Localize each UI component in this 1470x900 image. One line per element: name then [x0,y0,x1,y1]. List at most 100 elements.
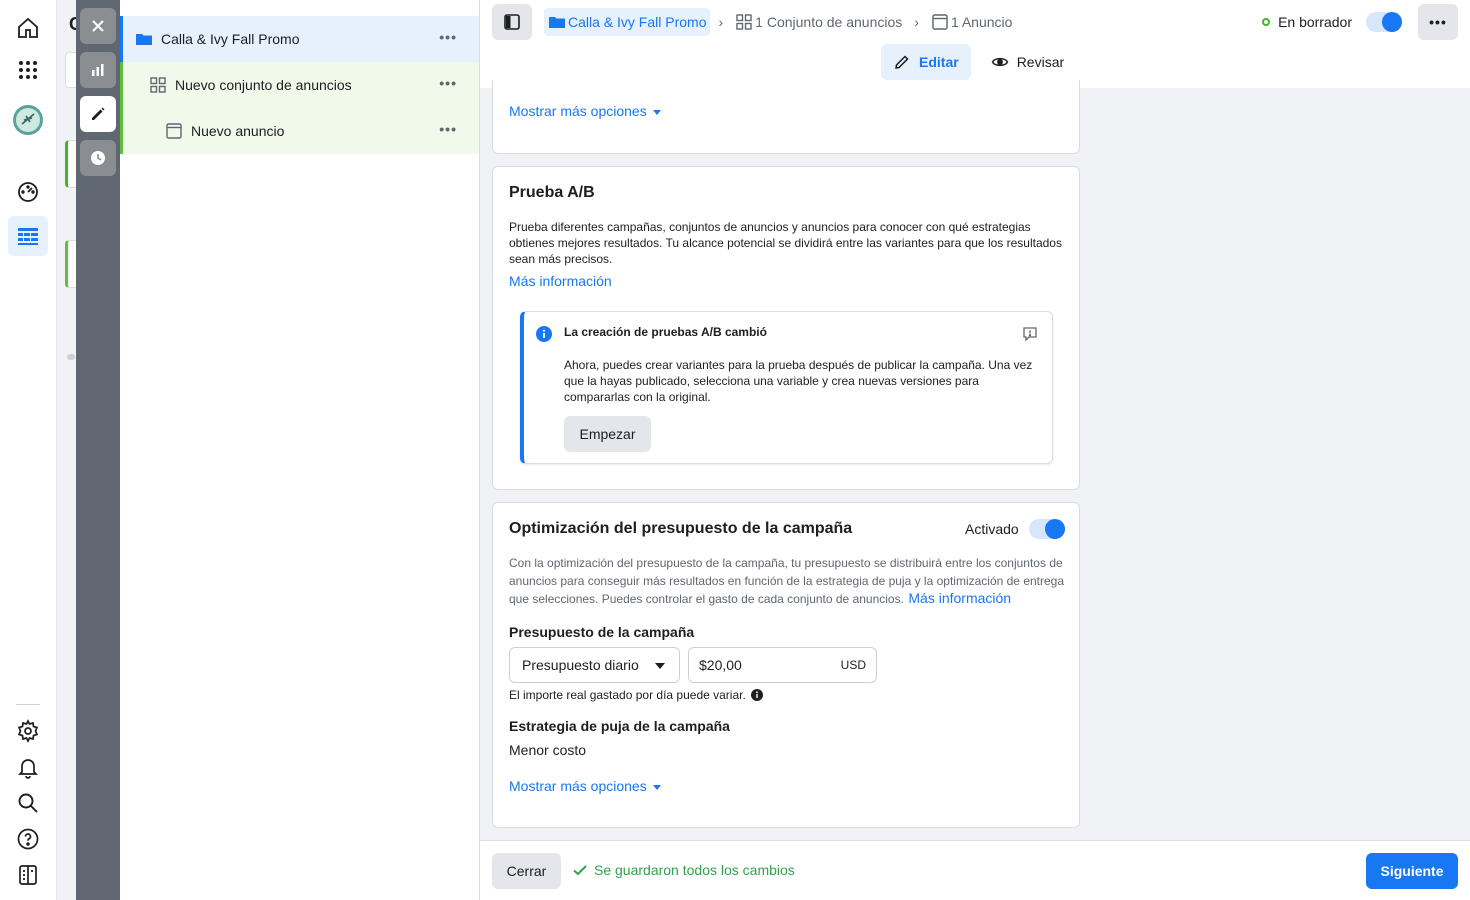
folder-icon [135,30,153,48]
budget-note: El importe real gastado por día puede va… [509,688,763,702]
caret-down-icon [652,784,661,790]
nav-divider [16,704,40,705]
scrollbar-peek [67,354,75,360]
section-title: Optimización del presupuesto de la campa… [509,520,853,537]
tab-edit[interactable]: Editar [881,44,971,80]
show-more-options-link[interactable]: Mostrar más opciones [509,778,661,794]
main-editor: Calla & Ivy Fall Promo › 1 Conjunto de a… [480,0,1470,900]
search-icon[interactable] [8,783,48,823]
tree-item-label: Nuevo conjunto de anuncios [175,77,352,93]
save-status: Se guardaron todos los cambios [572,862,795,878]
learn-more-link[interactable]: Más información [908,590,1011,606]
campaign-tree: Calla & Ivy Fall Promo ••• Nuevo conjunt… [120,0,480,900]
notice-title: La creación de pruebas A/B cambió [564,325,767,339]
report-panel-icon[interactable] [8,855,48,895]
background-panel-peek: C [57,0,85,900]
tree-item-adset[interactable]: Nuevo conjunto de anuncios ••• [120,62,479,108]
budget-label: Presupuesto de la campaña [509,624,695,640]
tool-column [76,0,120,900]
budget-optimization-toggle[interactable] [1029,519,1065,539]
budget-amount-input[interactable]: $20,00 USD [688,647,877,683]
more-options-icon[interactable]: ••• [439,121,457,137]
more-options-icon[interactable]: ••• [439,29,457,45]
apps-grid-icon[interactable] [8,50,48,90]
budget-optimization-card: Optimización del presupuesto de la campa… [492,502,1080,828]
status-label: En borrador [1278,14,1352,30]
tree-item-ad[interactable]: Nuevo anuncio ••• [120,108,479,154]
section-description: Prueba diferentes campañas, conjuntos de… [509,220,1062,266]
next-button[interactable]: Siguiente [1366,853,1458,889]
edit-pencil-icon[interactable] [80,96,116,132]
eye-icon [991,57,1009,67]
history-clock-icon[interactable] [80,140,116,176]
show-more-options-link[interactable]: Mostrar más opciones [509,103,661,119]
folder-icon [549,17,565,28]
breadcrumb-campaign[interactable]: Calla & Ivy Fall Promo [544,8,711,36]
footer-bar: Cerrar Se guardaron todos los cambios Si… [480,840,1470,900]
top-bar: Calla & Ivy Fall Promo › 1 Conjunto de a… [480,0,1470,88]
currency-label: USD [840,658,866,672]
bar-chart-icon[interactable] [80,52,116,88]
bid-strategy-value: Menor costo [509,742,587,758]
breadcrumb-adsets[interactable]: 1 Conjunto de anuncios [731,8,906,36]
notifications-bell-icon[interactable] [8,747,48,787]
tree-item-label: Calla & Ivy Fall Promo [161,31,300,47]
mode-tabs: Editar Revisar [881,44,1076,80]
breadcrumb-label: 1 Conjunto de anuncios [755,14,903,30]
app-nav [0,0,57,900]
close-icon[interactable] [80,8,116,44]
save-status-text: Se guardaron todos los cambios [594,862,795,878]
help-question-icon[interactable] [8,819,48,859]
triangle-down-icon [655,663,665,669]
settings-gear-icon[interactable] [8,711,48,751]
bid-strategy-label: Estrategia de puja de la campaña [509,718,730,734]
ad-frame-icon [932,14,948,30]
account-avatar[interactable] [8,100,48,140]
breadcrumb-label: Calla & Ivy Fall Promo [568,14,707,30]
link-label: Mostrar más opciones [509,103,647,119]
link-label: Mostrar más opciones [509,778,647,794]
chevron-right-icon: › [914,14,919,30]
more-options-button[interactable]: ••• [1418,4,1458,40]
info-icon [536,326,552,342]
tab-label: Revisar [1016,54,1065,70]
dashboard-gauge-icon[interactable] [8,172,48,212]
close-button[interactable]: Cerrar [492,853,561,889]
feedback-icon[interactable] [1022,326,1038,342]
chevron-right-icon: › [718,14,724,30]
adset-grid-icon [149,76,167,94]
status-dot-icon [1262,18,1271,26]
input-value: $20,00 [699,657,742,673]
toggle-label: Activado [965,521,1019,537]
checkmark-icon [573,865,587,876]
tree-item-label: Nuevo anuncio [191,123,285,139]
notice-body: Ahora, puedes crear variantes para la pr… [564,358,1033,404]
tab-label: Editar [919,54,959,70]
start-button[interactable]: Empezar [564,416,651,452]
campaign-toggle[interactable] [1366,12,1402,32]
breadcrumb-label: 1 Anuncio [950,14,1013,30]
adset-grid-icon [736,14,752,30]
previous-section-card: Mostrar más opciones [492,80,1080,154]
info-icon[interactable] [750,689,763,701]
pencil-icon [895,55,909,69]
ab-test-card: Prueba A/B Prueba diferentes campañas, c… [492,166,1080,490]
learn-more-link[interactable]: Más información [509,273,612,289]
home-icon[interactable] [8,8,48,48]
budget-description-block: Con la optimización del presupuesto de l… [509,554,1069,608]
tree-item-campaign[interactable]: Calla & Ivy Fall Promo ••• [120,16,479,62]
budget-type-select[interactable]: Presupuesto diario [509,647,680,683]
ads-manager-table-icon[interactable] [8,216,48,256]
select-value: Presupuesto diario [522,657,639,673]
more-options-icon[interactable]: ••• [439,75,457,91]
ad-frame-icon [165,122,183,140]
breadcrumb: Calla & Ivy Fall Promo › 1 Conjunto de a… [544,8,1016,36]
note-text: El importe real gastado por día puede va… [509,688,746,702]
sidebar-toggle-icon[interactable] [492,4,532,40]
ab-test-notice: La creación de pruebas A/B cambió Ahora,… [520,311,1053,464]
section-title: Prueba A/B [509,184,595,201]
caret-down-icon [652,109,661,115]
breadcrumb-ads[interactable]: 1 Anuncio [927,8,1017,36]
tab-review[interactable]: Revisar [979,44,1076,80]
draft-status: En borrador [1262,14,1352,30]
